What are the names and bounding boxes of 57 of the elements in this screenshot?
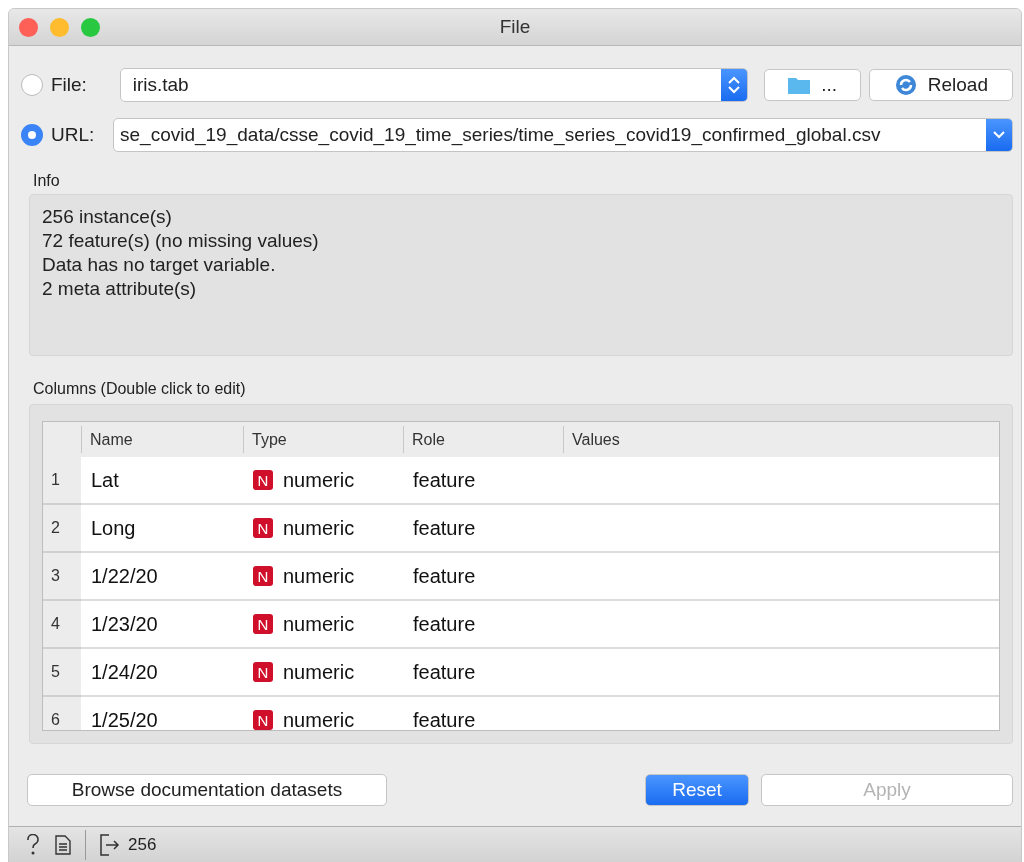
row-number: 4 xyxy=(43,601,81,649)
column-header[interactable]: Values xyxy=(563,426,999,453)
table-cell: feature xyxy=(403,649,563,697)
table-cell: feature xyxy=(403,457,563,505)
url-radio[interactable]: URL: xyxy=(21,124,105,146)
column-header[interactable]: Name xyxy=(81,426,243,453)
info-line: Data has no target variable. xyxy=(42,253,277,277)
browse-datasets-button[interactable]: Browse documentation datasets xyxy=(27,774,387,806)
numeric-type-badge: N xyxy=(253,470,273,490)
type-text: numeric xyxy=(283,708,355,730)
column-header[interactable]: Type xyxy=(243,426,403,453)
refresh-icon xyxy=(893,73,918,97)
table-cell: 1/23/20 xyxy=(81,601,243,649)
table-cell: feature xyxy=(403,505,563,553)
chevron-down-icon xyxy=(992,130,1006,140)
file-dropdown[interactable]: iris.tab xyxy=(119,68,748,102)
type-text: numeric xyxy=(283,516,355,540)
stepper-icon xyxy=(726,75,741,95)
row-number: 5 xyxy=(43,649,81,697)
row-number: 2 xyxy=(43,505,81,553)
window-title: File xyxy=(499,16,531,38)
document-icon[interactable] xyxy=(55,835,71,855)
table-cell: feature xyxy=(403,553,563,601)
numeric-type-badge: N xyxy=(253,614,273,634)
info-line: 256 instance(s) xyxy=(42,205,173,229)
table-cell: 1/22/20 xyxy=(81,553,243,601)
row-number: 6 xyxy=(43,697,81,730)
type-text: numeric xyxy=(283,564,355,588)
help-icon[interactable] xyxy=(25,834,41,856)
type-text: numeric xyxy=(283,660,355,684)
file-radio[interactable]: File: xyxy=(21,74,112,96)
type-text: numeric xyxy=(283,468,355,492)
browse-button[interactable]: ... xyxy=(763,69,861,101)
table-cell: feature xyxy=(403,697,563,730)
url-field[interactable]: se_covid_19_data/csse_covid_19_time_series/time_series_covid19_confirmed_global.csv xyxy=(113,118,1013,152)
row-number: 3 xyxy=(43,553,81,601)
section-label: Info xyxy=(33,172,61,190)
output-icon[interactable] xyxy=(100,834,120,856)
numeric-type-badge: N xyxy=(253,566,273,586)
output-count: 256 xyxy=(128,835,157,855)
reload-button[interactable]: Reload xyxy=(868,69,1013,101)
numeric-type-badge: N xyxy=(253,518,273,538)
section-label: Columns (Double click to edit) xyxy=(33,380,247,398)
reset-button[interactable]: Reset xyxy=(645,774,749,806)
numeric-type-badge: N xyxy=(253,662,273,682)
folder-icon xyxy=(787,75,812,95)
info-line: 72 feature(s) (no missing values) xyxy=(42,229,320,253)
table-cell: Long xyxy=(81,505,243,553)
table-cell: 1/24/20 xyxy=(81,649,243,697)
table-cell: 1/25/20 xyxy=(81,697,243,730)
row-number: 1 xyxy=(43,457,81,505)
table-cell: feature xyxy=(403,601,563,649)
info-line: 2 meta attribute(s) xyxy=(42,277,198,301)
type-text: numeric xyxy=(283,612,355,636)
table-cell: Lat xyxy=(81,457,243,505)
column-header[interactable]: Role xyxy=(403,426,563,453)
numeric-type-badge: N xyxy=(253,710,273,730)
